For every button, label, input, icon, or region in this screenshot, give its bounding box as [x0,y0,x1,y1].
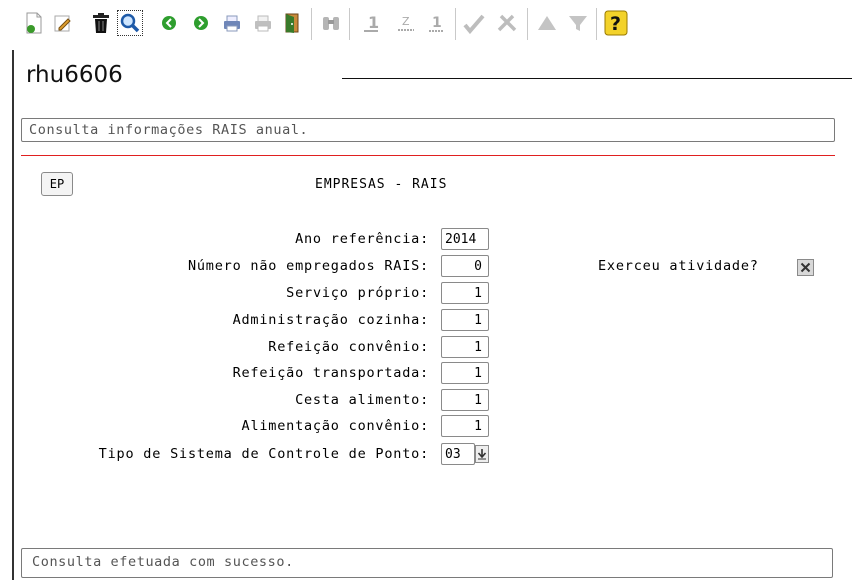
cesta-alimento-field[interactable]: 1 [441,389,489,411]
tipo-sistema-ponto-label: Tipo de Sistema de Controle de Ponto: [98,446,429,462]
dropdown-arrow-icon[interactable] [475,445,489,463]
exerceu-atividade-checkbox[interactable] [797,259,814,276]
servico-proprio-label: Serviço próprio: [286,285,429,301]
print-icon[interactable] [219,10,245,36]
program-description-box: Consulta informações RAIS anual. [21,118,835,142]
alimentacao-convenio-label: Alimentação convênio: [241,418,429,434]
window-frame-left-border [12,50,14,580]
tipo-sistema-ponto-value[interactable]: 03 [441,443,475,465]
binoculars-icon[interactable] [318,10,344,36]
num-nao-empregados-label: Número não empregados RAIS: [187,258,429,274]
refeicao-convenio-field[interactable]: 1 [441,336,489,358]
tipo-sistema-ponto-combo[interactable]: 03 [441,443,489,465]
toolbar-separator [349,8,350,40]
administracao-cozinha-label: Administração cozinha: [232,312,429,328]
header-divider [21,155,835,156]
search-magnifier-icon[interactable] [117,10,143,36]
svg-text:1: 1 [368,13,379,32]
refeicao-transportada-label: Refeição transportada: [232,365,429,381]
toolbar-separator [596,8,597,40]
last-record-icon[interactable]: Z [393,10,419,36]
filter-icon[interactable] [565,10,591,36]
administracao-cozinha-field[interactable]: 1 [441,309,489,331]
edit-pencil-icon[interactable] [50,10,76,36]
exerceu-atividade-label: Exerceu atividade? [598,258,759,274]
ano-referencia-field[interactable]: 2014 [441,228,489,250]
checkbox-x-icon [800,262,811,273]
toolbar-separator [311,8,312,40]
num-nao-empregados-field[interactable]: 0 [441,255,489,277]
alimentacao-convenio-field[interactable]: 1 [441,415,489,437]
exit-door-icon[interactable] [280,10,306,36]
toolbar-separator [527,8,528,40]
first-record-icon[interactable]: 1 [358,10,384,36]
status-message-bar: Consulta efetuada com sucesso. [21,548,833,578]
up-icon[interactable] [534,10,560,36]
cancel-tools-icon[interactable] [494,10,520,36]
cesta-alimento-label: Cesta alimento: [295,392,429,408]
ano-referencia-label: Ano referência: [295,231,429,247]
frame-title: EMPRESAS - RAIS [315,177,448,192]
toolbar: 1 Z 1 ? [0,0,855,48]
title-rule [342,78,852,79]
previous-record-icon[interactable] [156,10,182,36]
next-record-icon[interactable] [188,10,214,36]
trash-icon[interactable] [88,10,114,36]
toolbar-separator [455,8,456,40]
servico-proprio-field[interactable]: 1 [441,282,489,304]
refeicao-transportada-field[interactable]: 1 [441,362,489,384]
ep-frame-button[interactable]: EP [41,172,73,196]
help-question-icon[interactable]: ? [603,10,629,36]
svg-text:?: ? [610,13,621,35]
last-page-icon[interactable]: 1 [423,10,449,36]
program-name: rhu6606 [26,62,123,88]
svg-text:Z: Z [402,15,410,28]
print-disabled-icon[interactable] [250,10,276,36]
refeicao-convenio-label: Refeição convênio: [268,339,429,355]
new-document-icon[interactable] [21,10,47,36]
svg-text:1: 1 [432,15,442,31]
confirm-check-icon[interactable] [461,10,487,36]
